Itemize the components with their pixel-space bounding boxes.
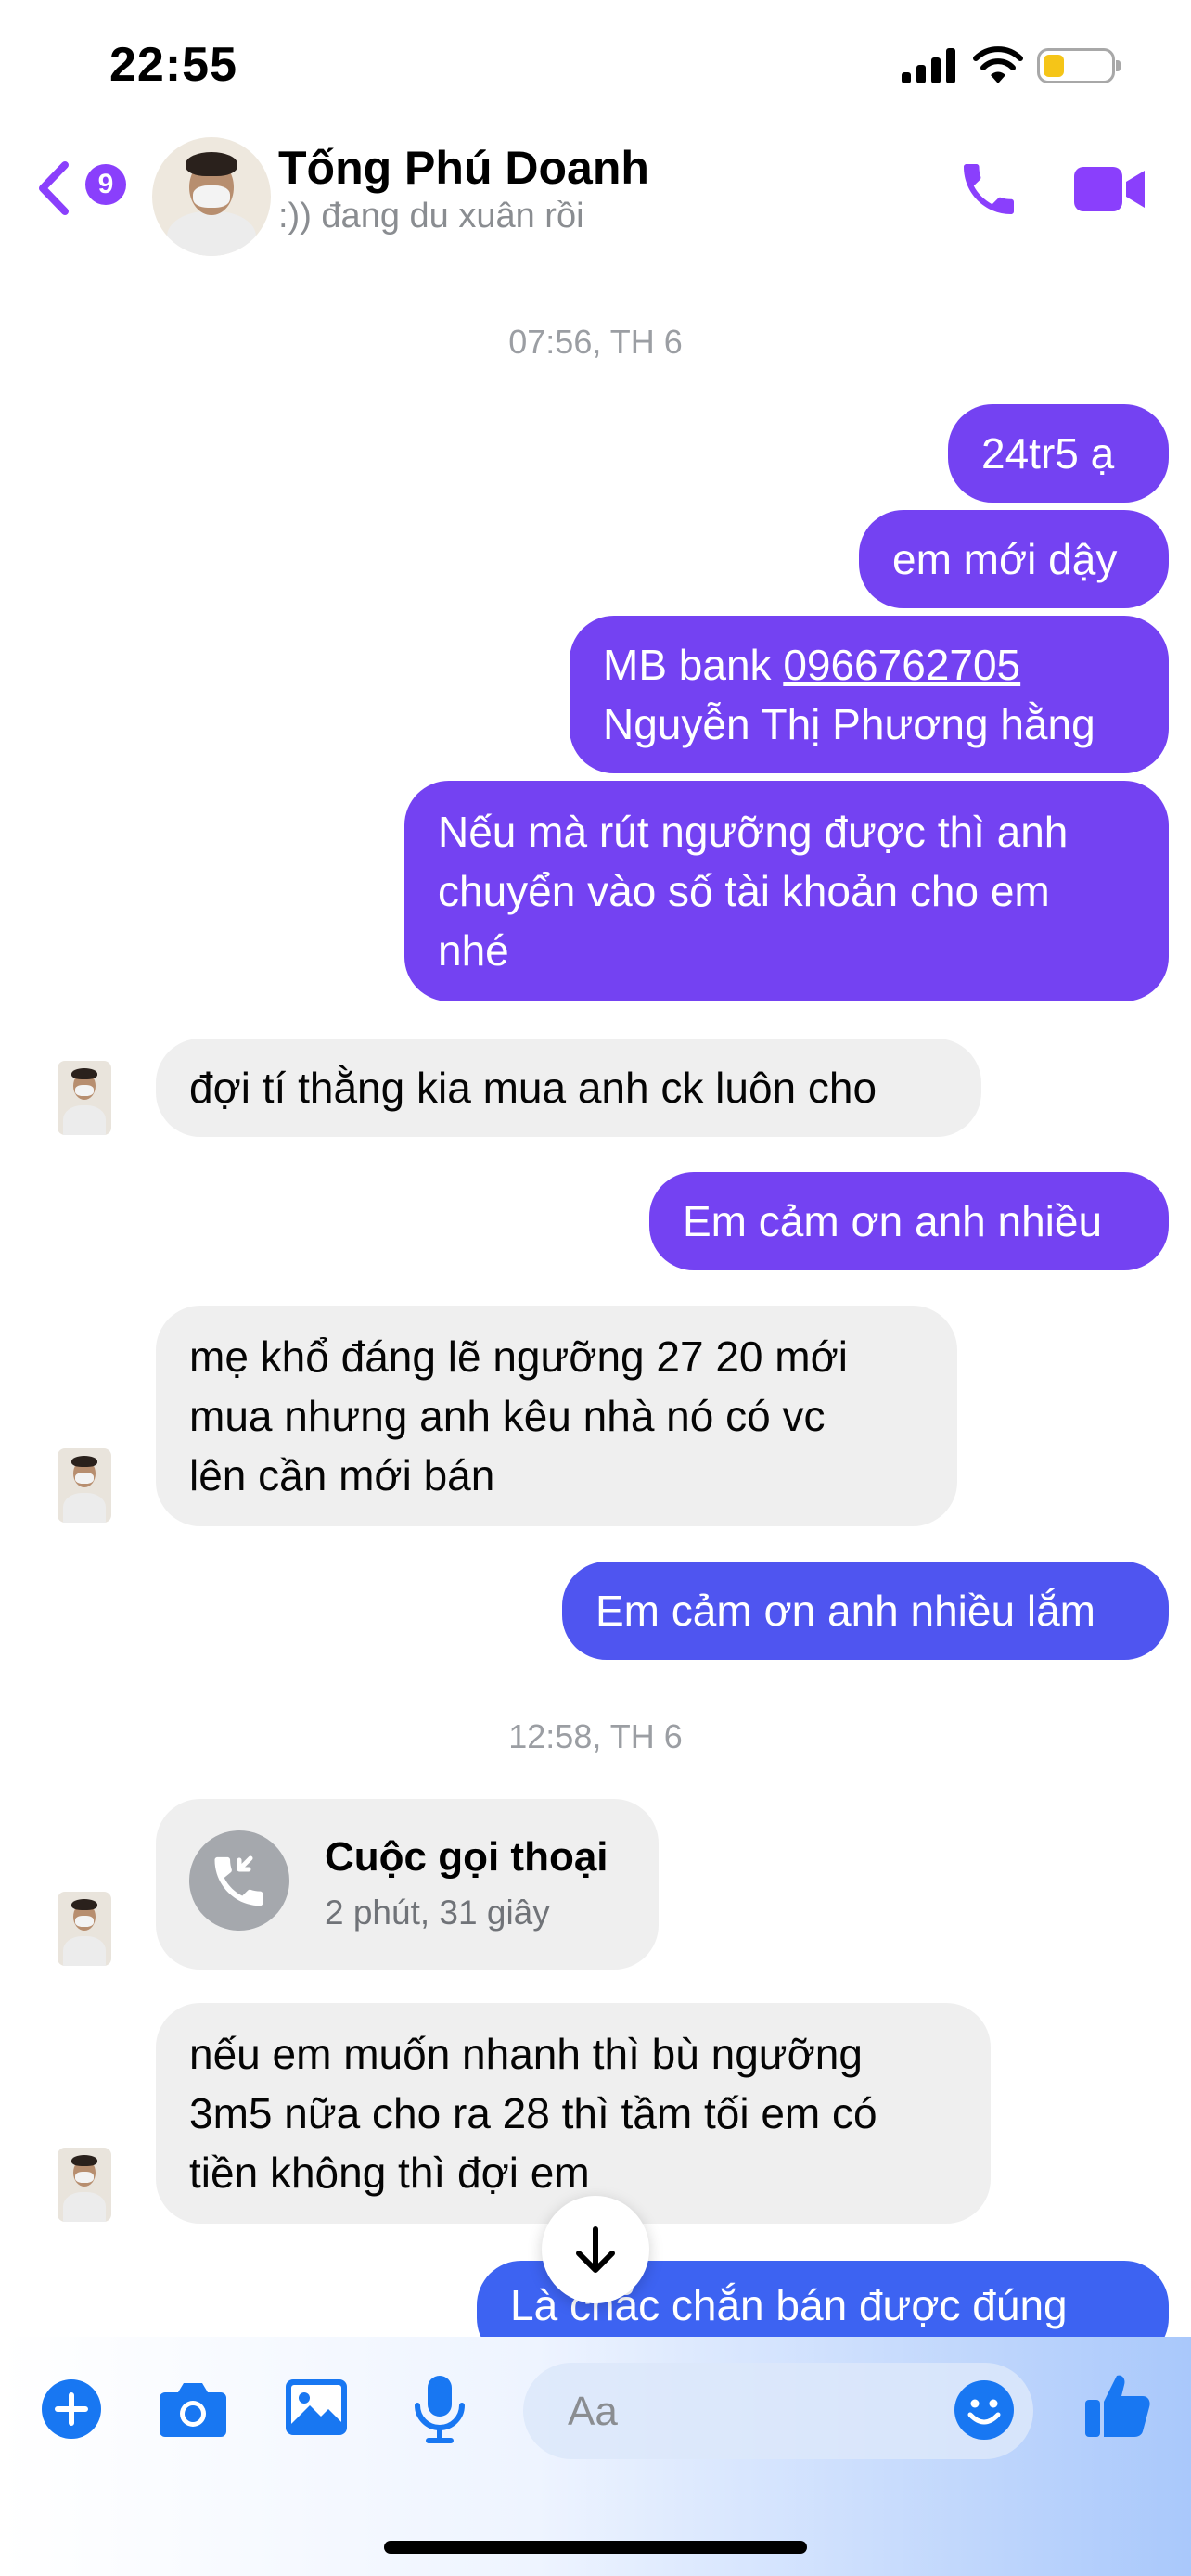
message-text: Em cảm ơn anh nhiều — [683, 1197, 1103, 1245]
message-text-line: nếu em muốn nhanh thì bù ngưỡng — [189, 2030, 863, 2078]
message-text-line: tiền không thì đợi em — [189, 2149, 590, 2197]
home-indicator — [384, 2541, 807, 2554]
message-text-line: MB bank 0966762705 — [603, 641, 1021, 689]
message-incoming[interactable]: mẹ khổ đáng lẽ ngưỡng 27 20 mới mua nhưn… — [156, 1306, 957, 1526]
call-duration: 2 phút, 31 giây — [325, 1894, 550, 1932]
phone-number-link[interactable]: 0966762705 — [783, 641, 1020, 689]
thumbs-up-icon[interactable] — [1083, 2370, 1152, 2441]
status-time: 22:55 — [109, 38, 237, 92]
image-icon[interactable] — [284, 2378, 349, 2437]
microphone-icon[interactable] — [412, 2374, 467, 2444]
message-text: Em cảm ơn anh nhiều lắm — [596, 1587, 1095, 1635]
message-outgoing[interactable]: em mới dậy — [859, 510, 1169, 608]
message-incoming[interactable]: nếu em muốn nhanh thì bù ngưỡng 3m5 nữa … — [156, 2003, 991, 2224]
message-text-line: lên cần mới bán — [189, 1451, 495, 1499]
contact-status: :)) đang du xuân rồi — [278, 197, 584, 236]
message-outgoing[interactable]: 24tr5 ạ — [948, 404, 1169, 503]
message-outgoing[interactable]: Nếu mà rút ngưỡng được thì anh chuyển và… — [404, 781, 1169, 1001]
message-text: em mới dậy — [892, 535, 1118, 583]
unread-count-badge[interactable]: 9 — [85, 164, 126, 205]
sender-avatar[interactable] — [58, 1061, 111, 1135]
video-camera-icon[interactable] — [1072, 163, 1146, 215]
message-text-line: nhé — [438, 926, 509, 975]
sender-avatar[interactable] — [58, 1892, 111, 1966]
back-chevron-icon[interactable] — [35, 159, 72, 217]
contact-name[interactable]: Tống Phú Doanh — [278, 141, 649, 195]
message-text: đợi tí thằng kia mua anh ck luôn cho — [189, 1064, 877, 1112]
cellular-signal-icon — [902, 48, 959, 83]
message-text-line: mua nhưng anh kêu nhà nó có vc — [189, 1392, 826, 1440]
plus-icon[interactable] — [41, 2378, 102, 2440]
camera-icon[interactable] — [158, 2379, 228, 2439]
timestamp-divider: 07:56, TH 6 — [508, 323, 683, 361]
message-outgoing[interactable]: Em cảm ơn anh nhiều — [649, 1172, 1169, 1270]
sender-avatar[interactable] — [58, 1448, 111, 1523]
timestamp-divider: 12:58, TH 6 — [508, 1717, 683, 1755]
message-text-line: Nếu mà rút ngưỡng được thì anh — [438, 808, 1069, 856]
scroll-to-bottom-button[interactable] — [542, 2196, 649, 2303]
phone-icon[interactable] — [955, 156, 1022, 223]
sender-avatar[interactable] — [58, 2148, 111, 2222]
message-text-line: chuyển vào số tài khoản cho em — [438, 867, 1050, 915]
message-outgoing[interactable]: MB bank 0966762705 Nguyễn Thị Phương hằn… — [570, 616, 1169, 773]
battery-icon — [1037, 48, 1121, 83]
contact-avatar[interactable] — [152, 137, 271, 256]
wifi-icon — [973, 46, 1023, 83]
message-text-line: mẹ khổ đáng lẽ ngưỡng 27 20 mới — [189, 1333, 848, 1381]
call-title: Cuộc gọi thoại — [325, 1834, 608, 1880]
message-input-placeholder: Aa — [568, 2389, 618, 2434]
message-text-line: Nguyễn Thị Phương hằng — [603, 700, 1095, 748]
arrow-down-icon — [576, 2226, 615, 2273]
missed-call-icon — [189, 1830, 289, 1931]
message-outgoing[interactable]: Em cảm ơn anh nhiều lắm — [562, 1562, 1169, 1660]
emoji-icon[interactable] — [954, 2379, 1015, 2441]
message-text: 24tr5 ạ — [981, 429, 1115, 478]
message-text-line: 3m5 nữa cho ra 28 thì tầm tối em có — [189, 2089, 877, 2137]
message-incoming[interactable]: đợi tí thằng kia mua anh ck luôn cho — [156, 1039, 981, 1137]
